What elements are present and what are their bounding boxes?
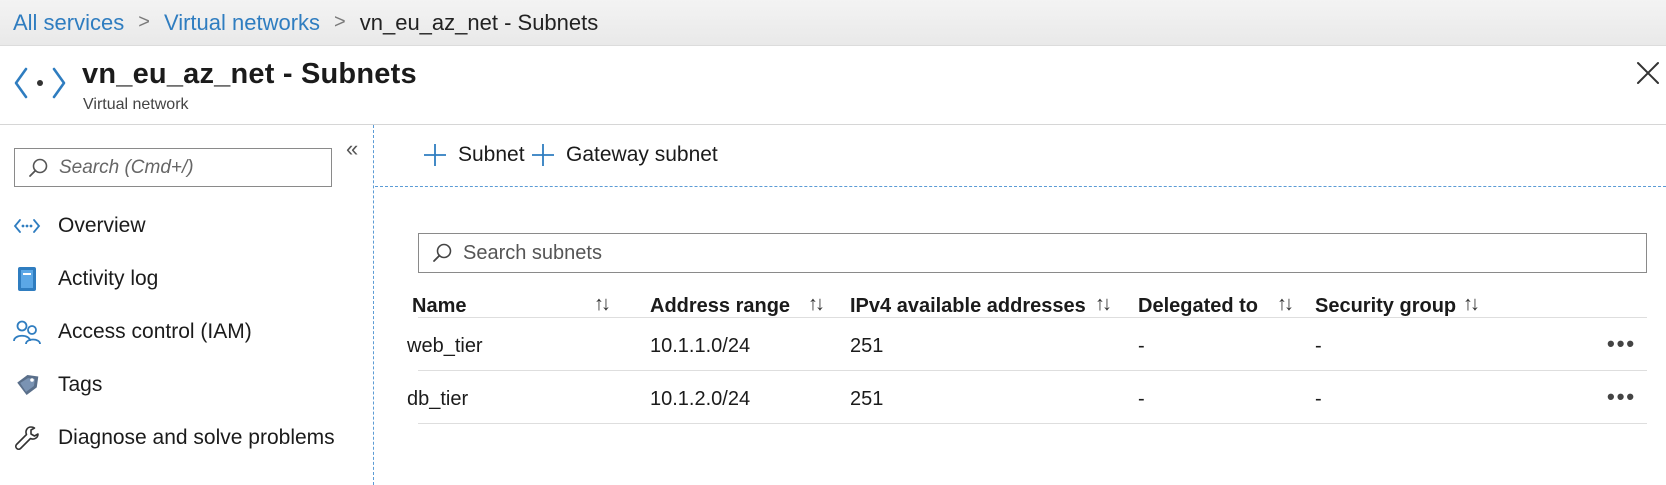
page-subtitle: Virtual network bbox=[83, 96, 189, 113]
main-content: Subnet Gateway subnet Name ↑↓ Address ra… bbox=[375, 125, 1666, 485]
cell-security-group: - bbox=[1315, 335, 1322, 357]
search-icon bbox=[433, 243, 452, 262]
column-header-ipv4-available: IPv4 available addresses bbox=[850, 295, 1086, 317]
sidebar-search[interactable] bbox=[14, 148, 332, 187]
add-gateway-subnet-label: Gateway subnet bbox=[566, 143, 718, 166]
page-title: vn_eu_az_net - Subnets bbox=[82, 58, 417, 90]
sidebar-item-label: Tags bbox=[58, 373, 103, 396]
header-divider bbox=[418, 317, 1647, 318]
add-subnet-button[interactable]: Subnet bbox=[423, 139, 525, 171]
tag-icon bbox=[12, 370, 42, 400]
overview-icon bbox=[12, 211, 42, 241]
cell-ipv4-available: 251 bbox=[850, 335, 884, 357]
sort-security-group-icon[interactable]: ↑↓ bbox=[1463, 293, 1480, 316]
cell-name: db_tier bbox=[407, 388, 469, 410]
column-header-delegated-to: Delegated to bbox=[1138, 295, 1259, 317]
cell-delegated-to: - bbox=[1138, 335, 1145, 357]
cell-name: web_tier bbox=[407, 335, 483, 357]
plus-icon bbox=[424, 144, 446, 166]
chevron-right-icon: > bbox=[334, 11, 346, 33]
blade-header: vn_eu_az_net - Subnets Virtual network bbox=[0, 46, 1666, 125]
sort-ipv4-icon[interactable]: ↑↓ bbox=[1095, 293, 1112, 316]
row-divider bbox=[418, 423, 1647, 424]
subnet-search[interactable] bbox=[418, 233, 1647, 273]
sort-address-range-icon[interactable]: ↑↓ bbox=[808, 293, 825, 316]
sidebar-item-label: Overview bbox=[58, 214, 146, 237]
breadcrumb-current: vn_eu_az_net - Subnets bbox=[359, 9, 599, 35]
cell-address-range: 10.1.1.0/24 bbox=[650, 335, 751, 357]
sort-name-icon[interactable]: ↑↓ bbox=[594, 293, 611, 316]
sort-delegated-icon[interactable]: ↑↓ bbox=[1277, 293, 1294, 316]
row-divider bbox=[418, 370, 1647, 371]
command-bar: Subnet Gateway subnet bbox=[375, 125, 1666, 187]
sidebar-item-tags[interactable]: Tags bbox=[0, 360, 372, 410]
more-options-icon[interactable]: ••• bbox=[1607, 384, 1636, 410]
sidebar-item-overview[interactable]: Overview bbox=[0, 201, 372, 251]
cell-address-range: 10.1.2.0/24 bbox=[650, 388, 751, 410]
wrench-icon bbox=[12, 423, 42, 453]
sidebar-item-activity-log[interactable]: Activity log bbox=[0, 254, 372, 304]
sidebar-item-label: Access control (IAM) bbox=[58, 320, 252, 343]
chevron-right-icon: > bbox=[138, 11, 150, 33]
sidebar-item-label: Activity log bbox=[58, 267, 159, 290]
sidebar-search-input[interactable] bbox=[59, 156, 319, 179]
sidebar-item-label: Diagnose and solve problems bbox=[58, 426, 335, 449]
collapse-sidebar-icon[interactable]: « bbox=[346, 138, 358, 160]
column-header-address-range: Address range bbox=[650, 295, 791, 317]
search-icon bbox=[29, 158, 48, 177]
access-control-icon bbox=[12, 317, 42, 347]
more-options-icon[interactable]: ••• bbox=[1607, 331, 1636, 357]
plus-icon bbox=[532, 144, 554, 166]
breadcrumb-all-services[interactable]: All services bbox=[13, 10, 124, 36]
column-header-security-group: Security group bbox=[1315, 295, 1457, 317]
breadcrumb-virtual-networks[interactable]: Virtual networks bbox=[164, 10, 320, 36]
activity-log-icon bbox=[12, 264, 42, 294]
virtual-network-icon bbox=[14, 67, 66, 99]
close-icon[interactable] bbox=[1635, 60, 1661, 86]
cell-security-group: - bbox=[1315, 388, 1322, 410]
column-header-name: Name bbox=[412, 295, 467, 317]
subnet-search-input[interactable] bbox=[463, 241, 1613, 265]
cell-ipv4-available: 251 bbox=[850, 388, 884, 410]
sidebar: « Overview Activity log bbox=[0, 125, 374, 485]
cell-delegated-to: - bbox=[1138, 388, 1145, 410]
breadcrumb: All services > Virtual networks > vn_eu_… bbox=[0, 0, 1666, 46]
sidebar-item-diagnose[interactable]: Diagnose and solve problems bbox=[0, 413, 372, 463]
add-subnet-label: Subnet bbox=[458, 143, 525, 166]
sidebar-item-access-control[interactable]: Access control (IAM) bbox=[0, 307, 372, 357]
add-gateway-subnet-button[interactable]: Gateway subnet bbox=[531, 139, 718, 171]
